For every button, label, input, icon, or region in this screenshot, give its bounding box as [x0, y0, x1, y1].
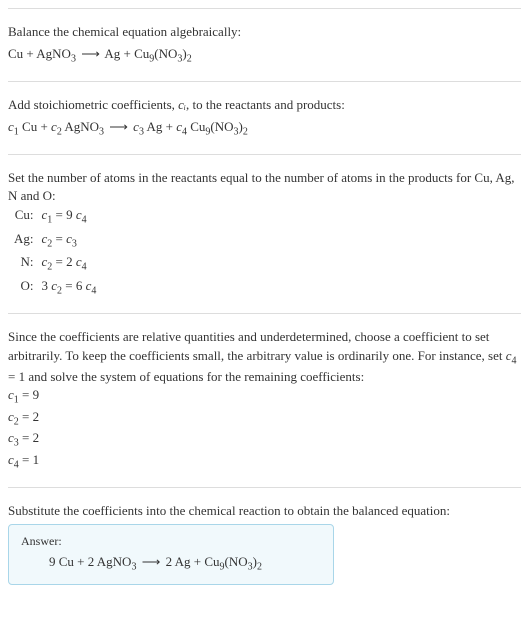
table-row: Ag: c2 = c3 [12, 229, 102, 253]
heading-solve: Since the coefficients are relative quan… [8, 328, 521, 386]
element-equation: c2 = 2 c4 [40, 252, 103, 276]
equation-unbalanced: Cu + AgNO3 ⟶ Ag + Cu9(NO3)2 [8, 45, 521, 67]
section-solve: Since the coefficients are relative quan… [8, 313, 521, 486]
table-row: O: 3 c2 = 6 c4 [12, 276, 102, 300]
element-label: N: [12, 252, 40, 276]
atom-balance-table: Cu: c1 = 9 c4 Ag: c2 = c3 N: c2 = 2 c4 O… [12, 205, 102, 299]
element-equation: 3 c2 = 6 c4 [40, 276, 103, 300]
coef-line: c2 = 2 [8, 408, 521, 430]
section-stoich: Add stoichiometric coefficients, cᵢ, to … [8, 81, 521, 154]
element-label: Ag: [12, 229, 40, 253]
element-label: O: [12, 276, 40, 300]
element-equation: c1 = 9 c4 [40, 205, 103, 229]
section-balance: Balance the chemical equation algebraica… [8, 8, 521, 81]
answer-box: Answer: 9 Cu + 2 AgNO3 ⟶ 2 Ag + Cu9(NO3)… [8, 524, 334, 585]
coefficient-list: c1 = 9 c2 = 2 c3 = 2 c4 = 1 [8, 386, 521, 472]
coef-line: c1 = 9 [8, 386, 521, 408]
heading-atoms: Set the number of atoms in the reactants… [8, 169, 521, 205]
section-answer: Substitute the coefficients into the che… [8, 487, 521, 600]
heading-substitute: Substitute the coefficients into the che… [8, 502, 521, 520]
element-equation: c2 = c3 [40, 229, 103, 253]
element-label: Cu: [12, 205, 40, 229]
table-row: Cu: c1 = 9 c4 [12, 205, 102, 229]
heading-balance: Balance the chemical equation algebraica… [8, 23, 521, 41]
table-row: N: c2 = 2 c4 [12, 252, 102, 276]
coef-line: c4 = 1 [8, 451, 521, 473]
coef-line: c3 = 2 [8, 429, 521, 451]
equation-with-coeffs: c1 Cu + c2 AgNO3 ⟶ c3 Ag + c4 Cu9(NO3)2 [8, 118, 521, 140]
section-atoms: Set the number of atoms in the reactants… [8, 154, 521, 314]
var-ci: cᵢ [178, 97, 186, 112]
heading-stoich: Add stoichiometric coefficients, cᵢ, to … [8, 96, 521, 114]
balanced-equation: 9 Cu + 2 AgNO3 ⟶ 2 Ag + Cu9(NO3)2 [21, 553, 321, 575]
answer-label: Answer: [21, 533, 321, 550]
